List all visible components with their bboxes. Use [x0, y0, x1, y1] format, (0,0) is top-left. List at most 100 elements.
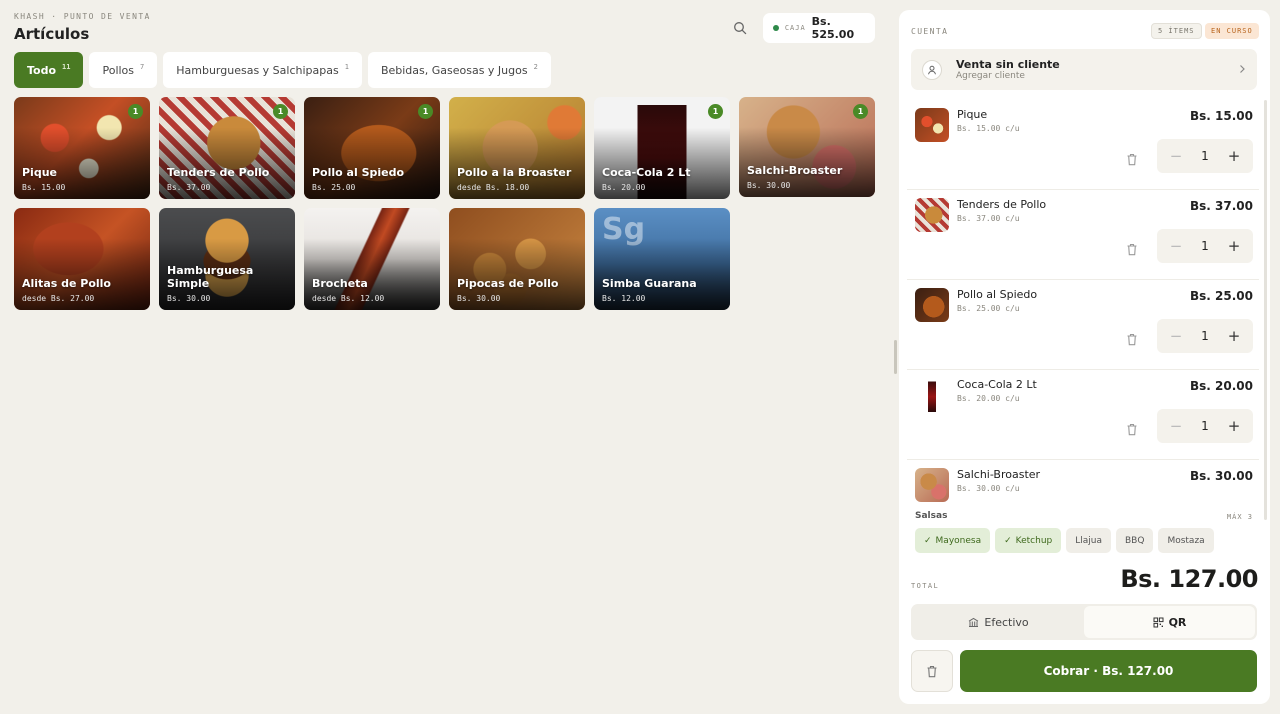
decrease-button[interactable]: − — [1167, 237, 1185, 255]
line-total: Bs. 20.00 — [1190, 379, 1253, 393]
quantity-badge: 1 — [708, 104, 723, 119]
search-button[interactable] — [728, 16, 752, 40]
quantity-value: 1 — [1201, 329, 1209, 343]
product-price: desde Bs. 27.00 — [22, 294, 95, 303]
product-name: Pollo al Spiedo — [312, 166, 405, 179]
line-name: Tenders de Pollo — [957, 198, 1047, 211]
remove-line-button[interactable] — [1123, 240, 1141, 258]
tab-label: Todo — [27, 63, 57, 77]
sauce-chip-mayonesa[interactable]: ✓ Mayonesa — [915, 528, 991, 553]
status-dot-icon — [773, 25, 779, 31]
charge-button[interactable]: Cobrar · Bs. 127.00 — [960, 650, 1257, 692]
quantity-badge: 1 — [418, 104, 433, 119]
product-price: Bs. 37.00 — [167, 183, 211, 192]
product-card[interactable]: 1 Coca-Cola 2 Lt Bs. 20.00 — [594, 97, 730, 199]
line-name: Coca-Cola 2 Lt — [957, 378, 1037, 391]
resize-handle[interactable] — [894, 340, 897, 374]
trash-icon — [1127, 153, 1137, 165]
increase-button[interactable]: + — [1225, 147, 1243, 165]
product-card[interactable]: Hamburguesa Simple Bs. 30.00 — [159, 208, 295, 310]
line-name: Salchi-Broaster — [957, 468, 1041, 481]
remove-line-button[interactable] — [1123, 150, 1141, 168]
search-icon — [734, 22, 747, 35]
quantity-badge: 1 — [273, 104, 288, 119]
quantity-stepper: − 1 + — [1157, 229, 1253, 263]
line-unit-price: Bs. 25.00 c/u — [957, 304, 1020, 313]
line-thumbnail — [915, 288, 949, 322]
tab-hamburguesas[interactable]: Hamburguesas y Salchipapas 1 — [163, 52, 362, 88]
order-line: Pollo al Spiedo Bs. 25.00 c/u Bs. 25.00 … — [907, 280, 1259, 370]
product-card[interactable]: Pollo a la Broaster desde Bs. 18.00 — [449, 97, 585, 199]
increase-button[interactable]: + — [1225, 237, 1243, 255]
qr-code-icon — [1153, 617, 1164, 627]
increase-button[interactable]: + — [1225, 417, 1243, 435]
product-card[interactable]: 1 Tenders de Pollo Bs. 37.00 — [159, 97, 295, 199]
avatar — [922, 60, 942, 80]
tab-label: Bebidas, Gaseosas y Jugos — [380, 63, 528, 77]
product-card[interactable]: Pipocas de Pollo Bs. 30.00 — [449, 208, 585, 310]
product-price: desde Bs. 18.00 — [457, 183, 530, 192]
tab-bebidas[interactable]: Bebidas, Gaseosas y Jugos 2 — [367, 52, 551, 88]
quantity-badge: 1 — [853, 104, 868, 119]
scrollbar[interactable] — [1264, 100, 1267, 520]
product-card[interactable]: 1 Pollo al Spiedo Bs. 25.00 — [304, 97, 440, 199]
trash-icon — [1127, 423, 1137, 435]
product-card[interactable]: 1 Pique Bs. 15.00 — [14, 97, 150, 199]
remove-line-button[interactable] — [1123, 420, 1141, 438]
order-line: Coca-Cola 2 Lt Bs. 20.00 c/u Bs. 20.00 −… — [907, 370, 1259, 460]
tab-pollos[interactable]: Pollos 7 — [89, 52, 158, 88]
category-tabs: Todo 11 Pollos 7 Hamburguesas y Salchipapa… — [14, 52, 551, 88]
line-total: Bs. 15.00 — [1190, 109, 1253, 123]
pay-cash-option[interactable]: Efectivo — [913, 606, 1084, 638]
cash-register-amount: Bs. 525.00 — [811, 15, 855, 41]
pay-qr-option[interactable]: QR — [1084, 606, 1255, 638]
line-total: Bs. 37.00 — [1190, 199, 1253, 213]
sauces-max-label: MÁX 3 — [1226, 513, 1253, 521]
product-name: Simba Guarana — [602, 277, 697, 290]
chip-label: Llajua — [1075, 535, 1102, 546]
cart-heading: CUENTA — [911, 27, 949, 36]
line-unit-price: Bs. 30.00 c/u — [957, 484, 1020, 493]
line-thumbnail — [915, 468, 949, 502]
product-name: Tenders de Pollo — [167, 166, 270, 179]
line-name: Pollo al Spiedo — [957, 288, 1038, 301]
total-label: TOTAL — [911, 582, 940, 590]
line-thumbnail — [915, 198, 949, 232]
product-name: Pique — [22, 166, 57, 179]
catalog-pane: KHASH · PUNTO DE VENTA Artículos CAJA Bs… — [0, 0, 890, 714]
cart-panel: CUENTA 5 ÍTEMS EN CURSO Venta sin client… — [899, 10, 1270, 704]
product-card[interactable]: Brocheta desde Bs. 12.00 — [304, 208, 440, 310]
increase-button[interactable]: + — [1225, 327, 1243, 345]
trash-icon — [1127, 333, 1137, 345]
line-unit-price: Bs. 20.00 c/u — [957, 394, 1020, 403]
line-unit-price: Bs. 15.00 c/u — [957, 124, 1020, 133]
order-line: Pique Bs. 15.00 c/u Bs. 15.00 − 1 + — [907, 100, 1259, 190]
sauce-chip-llajua[interactable]: Llajua — [1066, 528, 1111, 553]
tab-label: Hamburguesas y Salchipapas — [176, 63, 339, 77]
total-amount: Bs. 127.00 — [1120, 565, 1258, 593]
product-card[interactable]: 1 Salchi-Broaster Bs. 30.00 — [739, 97, 875, 197]
product-name: Alitas de Pollo — [22, 277, 111, 290]
product-card[interactable]: Alitas de Pollo desde Bs. 27.00 — [14, 208, 150, 310]
sauce-chip-bbq[interactable]: BBQ — [1116, 528, 1154, 553]
tab-count: 2 — [533, 63, 538, 71]
decrease-button[interactable]: − — [1167, 147, 1185, 165]
trash-icon — [927, 665, 937, 677]
bank-icon — [969, 617, 979, 627]
chip-label: BBQ — [1125, 535, 1145, 546]
cash-register-indicator[interactable]: CAJA Bs. 525.00 — [763, 13, 875, 43]
decrease-button[interactable]: − — [1167, 327, 1185, 345]
status-badge: EN CURSO — [1205, 23, 1259, 39]
clear-cart-button[interactable] — [911, 650, 953, 692]
sauce-chip-mostaza[interactable]: Mostaza — [1158, 528, 1214, 553]
decrease-button[interactable]: − — [1167, 417, 1185, 435]
quantity-value: 1 — [1201, 239, 1209, 253]
tab-todo[interactable]: Todo 11 — [14, 52, 84, 88]
product-card[interactable]: Sg Simba Guarana Bs. 12.00 — [594, 208, 730, 310]
sauce-chip-ketchup[interactable]: ✓ Ketchup — [995, 528, 1062, 553]
remove-line-button[interactable] — [1123, 330, 1141, 348]
order-lines: Pique Bs. 15.00 c/u Bs. 15.00 − 1 + Tend… — [907, 100, 1259, 502]
customer-selector[interactable]: Venta sin cliente Agregar cliente — [911, 49, 1257, 90]
tab-label: Pollos — [102, 63, 135, 77]
sauces-label: Salsas — [915, 511, 948, 521]
